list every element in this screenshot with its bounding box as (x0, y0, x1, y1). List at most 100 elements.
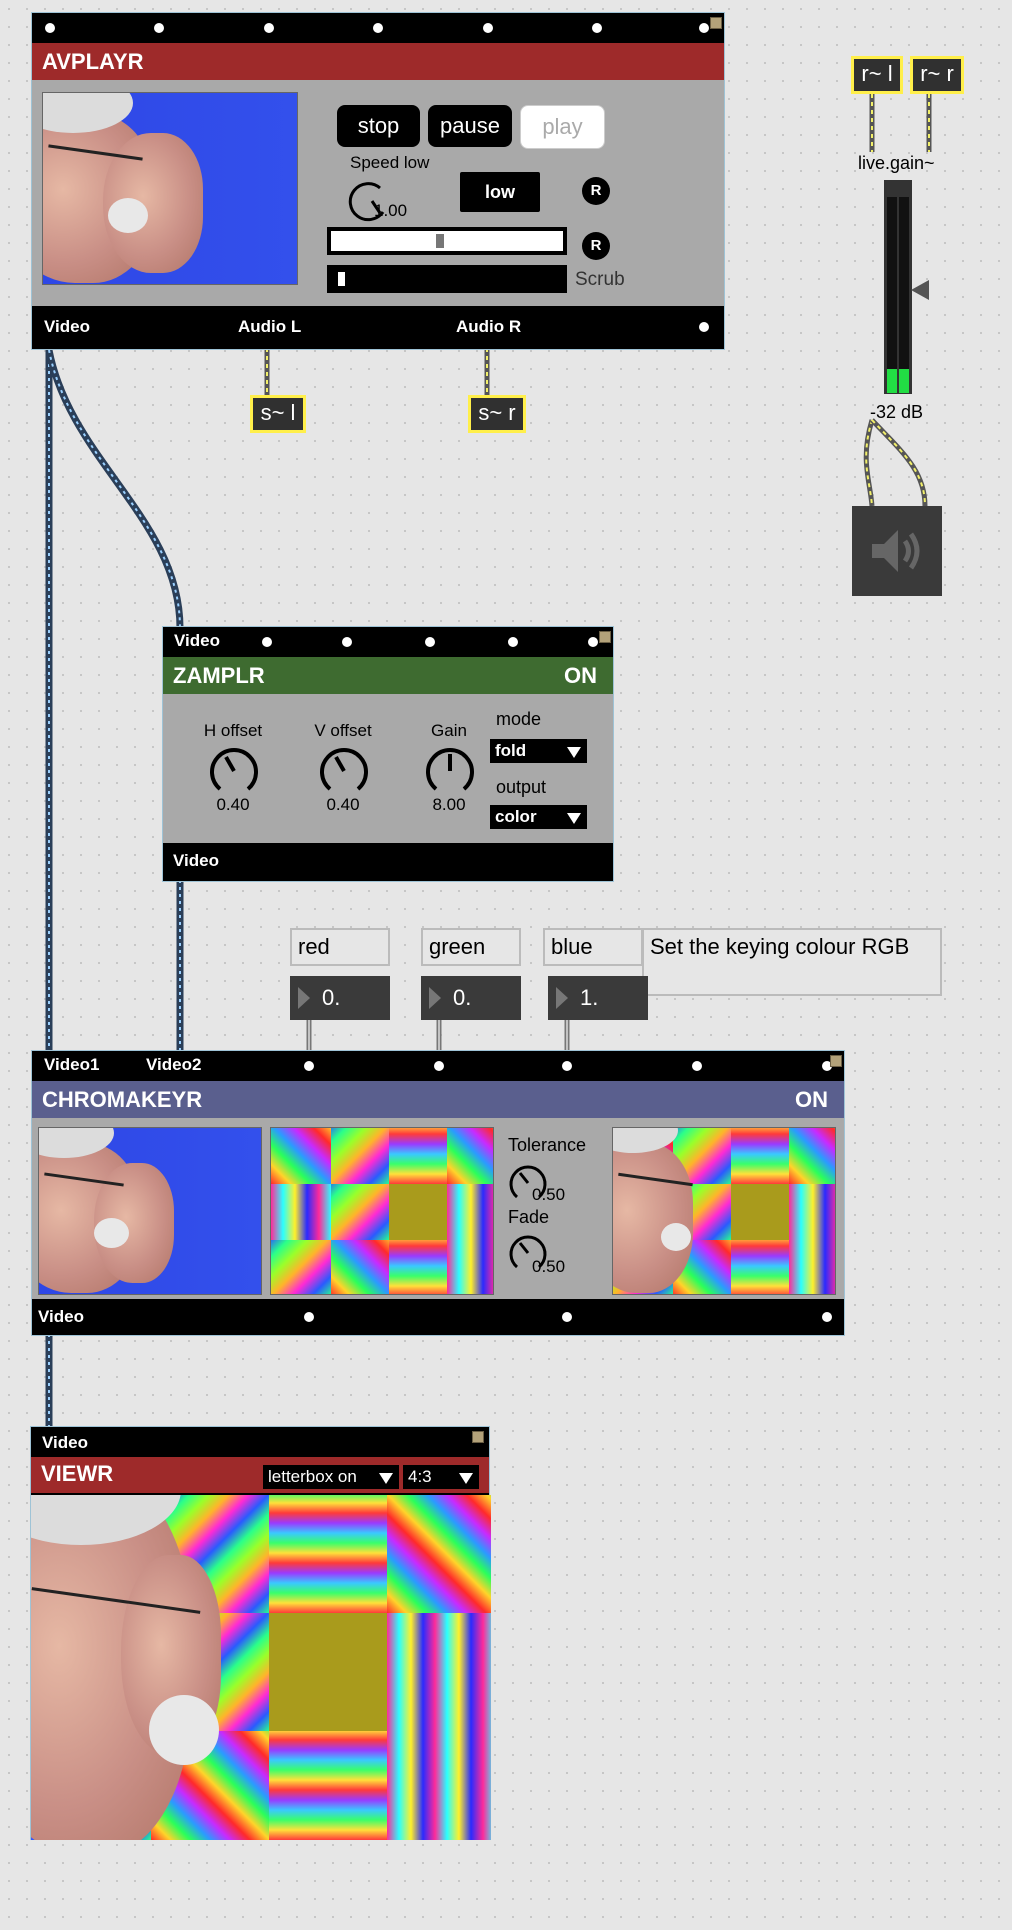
avplayr-inlet-port[interactable] (371, 21, 385, 35)
red-message[interactable]: red (290, 928, 390, 966)
play-button[interactable]: play (520, 105, 605, 149)
h-offset-label: H offset (203, 721, 263, 740)
aspect-dropdown[interactable]: 4:3 (403, 1465, 479, 1489)
pause-button[interactable]: pause (428, 105, 512, 147)
outlet-label-video: Video (44, 317, 90, 336)
avplayr-inlet-port[interactable] (590, 21, 604, 35)
speaker-icon (872, 530, 920, 572)
chromakeyr-inlet-port[interactable] (560, 1059, 574, 1073)
gain-knob-value: 8.00 (432, 795, 466, 814)
video-cable-avplayr-zamplr (45, 349, 184, 629)
low-button[interactable]: low (460, 172, 540, 212)
avplayr-inlet-port[interactable] (152, 21, 166, 35)
chromakeyr-module: Video1 Video2 CHROMAKEYR ON Tolerance 0.… (31, 1050, 845, 1336)
chromakeyr-input1-preview (38, 1127, 262, 1295)
viewr-display (31, 1495, 491, 1840)
letterbox-dropdown[interactable]: letterbox on (263, 1465, 399, 1489)
red-value: 0. (322, 985, 341, 1010)
inlet-label-video2: Video2 (146, 1055, 202, 1074)
avplayr-inlet-port[interactable] (481, 21, 495, 35)
avplayr-video-preview (42, 92, 298, 285)
zamplr-inlet-port[interactable] (260, 635, 274, 649)
resize-grip[interactable] (710, 17, 722, 29)
zamplr-inlet-label: Video (174, 631, 220, 650)
mode-label: mode (496, 709, 542, 729)
avplayr-title: AVPLAYR (42, 49, 144, 74)
audio-output-toggle[interactable] (852, 506, 942, 596)
speed-value: 1.00 (374, 201, 408, 220)
send-audio-left[interactable]: s~ l (250, 395, 306, 433)
meter-left-level (887, 369, 897, 393)
chromakeyr-outlet-port[interactable] (820, 1310, 834, 1324)
avplayr-outlet-bar: Video Audio L Audio R (32, 306, 724, 349)
receive-audio-right[interactable]: r~ r (910, 56, 964, 94)
viewr-inlet-bar: Video (31, 1427, 489, 1457)
zamplr-inlet-port[interactable] (423, 635, 437, 649)
gain-slider-arrow-icon[interactable] (911, 280, 929, 300)
tolerance-value: 0.50 (532, 1185, 566, 1204)
position-slider[interactable] (327, 227, 567, 255)
gain-meter[interactable] (884, 180, 912, 394)
zamplr-inlet-port[interactable] (506, 635, 520, 649)
outlet-label-audio-l: Audio L (238, 317, 302, 336)
green-number-box[interactable]: 0. (421, 976, 521, 1020)
resize-grip[interactable] (599, 631, 611, 643)
stop-button[interactable]: stop (337, 105, 420, 147)
chromakeyr-status[interactable]: ON (795, 1087, 828, 1113)
tolerance-label: Tolerance (508, 1135, 587, 1155)
aspect-value: 4:3 (408, 1467, 432, 1486)
chromakeyr-inlet-port[interactable] (690, 1059, 704, 1073)
viewr-inlet-label: Video (42, 1433, 88, 1452)
speed-label: Speed low (350, 153, 430, 172)
blue-number-box[interactable]: 1. (548, 976, 648, 1020)
avplayr-outlet-port[interactable] (697, 320, 711, 334)
triangle-icon (556, 987, 568, 1009)
reset-position-button[interactable]: R (582, 232, 610, 260)
receive-audio-left[interactable]: r~ l (851, 56, 903, 94)
avplayr-inlet-port[interactable] (262, 21, 276, 35)
zamplr-inlet-port[interactable] (340, 635, 354, 649)
chromakeyr-inlet-port[interactable] (432, 1059, 446, 1073)
chevron-down-icon (379, 1473, 393, 1484)
zamplr-outlet-label: Video (173, 851, 219, 870)
position-slider-thumb[interactable] (436, 234, 445, 248)
resize-grip[interactable] (472, 1431, 484, 1443)
gain-db-value: -32 dB (870, 402, 924, 422)
letterbox-value: letterbox on (268, 1467, 357, 1486)
green-message[interactable]: green (421, 928, 521, 966)
chromakeyr-inlet-port[interactable] (302, 1059, 316, 1073)
zamplr-inlet-port[interactable] (586, 635, 600, 649)
blue-message[interactable]: blue (543, 928, 643, 966)
mode-dropdown[interactable]: fold (490, 739, 587, 763)
avplayr-inlet-port[interactable] (43, 21, 57, 35)
zamplr-outlet-bar: Video (163, 843, 613, 881)
resize-grip[interactable] (830, 1055, 842, 1067)
fade-label: Fade (508, 1207, 550, 1227)
chromakeyr-outlet-port[interactable] (560, 1310, 574, 1324)
v-offset-knob[interactable] (318, 745, 370, 802)
blue-value: 1. (580, 985, 599, 1010)
green-value: 0. (453, 985, 472, 1010)
chevron-down-icon (459, 1473, 473, 1484)
reset-speed-button[interactable]: R (582, 177, 610, 205)
zamplr-title-bar[interactable]: ZAMPLR ON (163, 657, 613, 694)
keying-comment: Set the keying colour RGB (642, 928, 942, 996)
output-dropdown[interactable]: color (490, 805, 587, 829)
chromakeyr-title-bar[interactable]: CHROMAKEYR ON (32, 1081, 844, 1118)
gain-knob[interactable] (424, 745, 476, 802)
send-audio-right[interactable]: s~ r (468, 395, 526, 433)
h-offset-value: 0.40 (216, 795, 250, 814)
avplayr-title-bar[interactable]: AVPLAYR (32, 43, 724, 80)
triangle-icon (429, 987, 441, 1009)
avplayr-inlet-bar (32, 13, 724, 43)
gain-label: live.gain~ (858, 153, 935, 173)
red-number-box[interactable]: 0. (290, 976, 390, 1020)
h-offset-knob[interactable] (208, 745, 260, 802)
avplayr-module: AVPLAYR stop pause play Speed low 1.00 l… (31, 12, 725, 350)
zamplr-status[interactable]: ON (564, 663, 597, 689)
chromakeyr-outlet-port[interactable] (302, 1310, 316, 1324)
avplayr-inlet-port[interactable] (697, 21, 711, 35)
scrub-slider[interactable] (327, 265, 567, 293)
output-label: output (496, 777, 547, 797)
chromakeyr-inlet-bar: Video1 Video2 (32, 1051, 844, 1081)
